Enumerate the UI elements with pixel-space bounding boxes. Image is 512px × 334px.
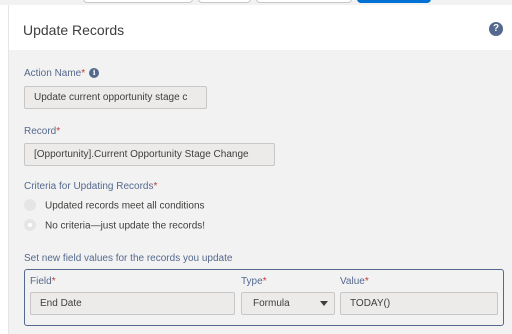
- required-marker: *: [153, 181, 158, 192]
- criteria-label-text: Criteria for Updating Records: [24, 181, 154, 192]
- value-input[interactable]: TODAY(): [340, 292, 498, 315]
- criteria-option-all-conditions[interactable]: Updated records meet all conditions: [24, 199, 205, 212]
- action-name-label-text: Action Name: [24, 68, 82, 79]
- type-column-label-text: Type: [241, 276, 263, 287]
- action-name-label: Action Name* i: [24, 68, 100, 79]
- required-marker: *: [262, 276, 267, 287]
- field-column-label: Field*: [30, 276, 56, 287]
- action-name-field[interactable]: Update current opportunity stage c: [24, 86, 207, 109]
- toolbar-primary-button[interactable]: [357, 0, 431, 3]
- radio-button[interactable]: [24, 199, 36, 211]
- field-column-label-text: Field: [30, 276, 52, 287]
- criteria-option-no-criteria[interactable]: No criteria—just update the records!: [24, 219, 206, 232]
- question-circle-icon[interactable]: ?: [489, 22, 503, 36]
- type-select[interactable]: Formula: [241, 292, 335, 315]
- field-values-label: Set new field values for the records you…: [24, 253, 233, 264]
- toolbar-button[interactable]: [83, 0, 193, 3]
- type-select-value: Formula: [253, 298, 290, 309]
- field-assignment-row: Field* End Date Type* Formula Value* TOD…: [24, 269, 504, 326]
- required-marker: *: [51, 276, 56, 287]
- radio-button-selected[interactable]: [24, 219, 36, 231]
- value-column-label-text: Value: [340, 276, 365, 287]
- required-marker: *: [56, 126, 61, 137]
- record-label-text: Record: [24, 126, 57, 137]
- record-field[interactable]: [Opportunity].Current Opportunity Stage …: [24, 143, 275, 166]
- required-marker: *: [81, 68, 86, 79]
- update-records-panel: Update Records ? Action Name* i Update cu…: [8, 5, 512, 334]
- criteria-label: Criteria for Updating Records*: [24, 181, 157, 192]
- toolbar-button[interactable]: [198, 0, 251, 3]
- chevron-down-icon: [320, 301, 328, 306]
- type-column-label: Type*: [241, 276, 267, 287]
- panel-header: Update Records ?: [9, 5, 512, 50]
- field-input[interactable]: End Date: [30, 292, 235, 315]
- required-marker: *: [364, 276, 369, 287]
- panel-title: Update Records: [23, 22, 125, 38]
- radio-label: No criteria—just update the records!: [45, 220, 206, 232]
- radio-label: Updated records meet all conditions: [45, 200, 205, 212]
- toolbar-button[interactable]: [256, 0, 352, 3]
- record-label: Record*: [24, 126, 60, 137]
- info-icon[interactable]: i: [89, 68, 100, 79]
- value-column-label: Value*: [340, 276, 369, 287]
